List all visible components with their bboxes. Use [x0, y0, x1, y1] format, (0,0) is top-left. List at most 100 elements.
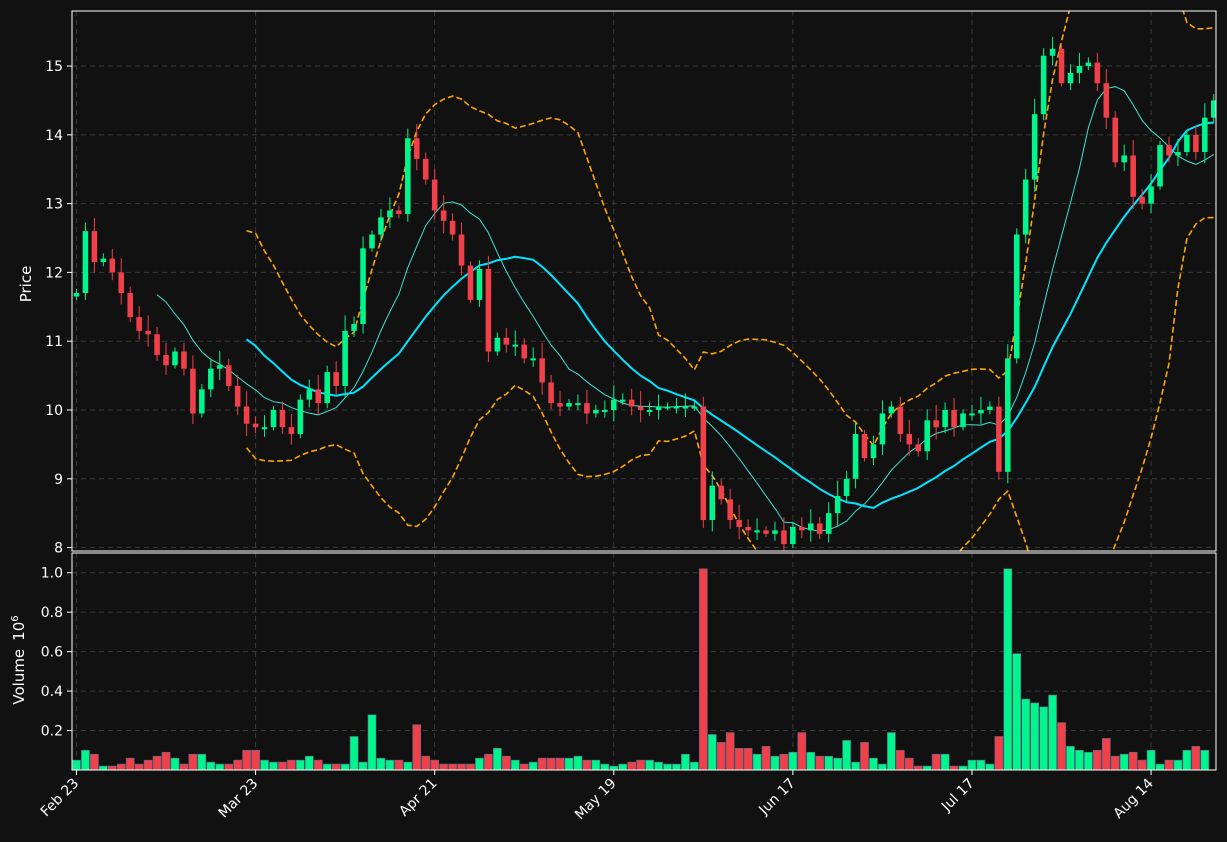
- candle-body: [1085, 62, 1092, 67]
- candle-body: [1040, 55, 1047, 115]
- volume-bar: [1093, 749, 1102, 771]
- volume-bar: [555, 757, 565, 771]
- candlestick-chart: 8 9 10 11 12 13 14 15 0.2 0.4 0.6 0.8 1.0 Feb 23 Mar 2…: [10, 10, 1217, 824]
- candle-body: [646, 409, 653, 412]
- volume-bar: [913, 765, 923, 771]
- candle-body: [727, 499, 733, 521]
- volume-bar: [940, 753, 950, 771]
- candle-body: [127, 293, 133, 318]
- candle-body: [1202, 117, 1208, 153]
- candle-body: [324, 372, 330, 404]
- candle-body: [1067, 72, 1074, 84]
- ma-short-line: [156, 86, 1215, 532]
- volume-bar: [296, 759, 305, 771]
- candle-body: [557, 403, 563, 407]
- candle-body: [109, 258, 116, 273]
- candle-body: [969, 413, 975, 416]
- candle-body: [637, 406, 644, 410]
- candle-body: [655, 406, 662, 410]
- candle-body: [1175, 152, 1181, 156]
- volume-bar: [1155, 763, 1165, 771]
- volume-bar: [1012, 653, 1022, 771]
- candle-body: [270, 409, 277, 428]
- volume-bar: [484, 753, 493, 771]
- volume-bar: [698, 568, 708, 771]
- volume-bar: [1191, 746, 1201, 771]
- candle-body: [960, 413, 966, 428]
- candle-body: [709, 485, 716, 521]
- candle-body: [584, 403, 590, 414]
- candle-body: [816, 523, 823, 534]
- volume-bar: [340, 763, 350, 771]
- volume-bar: [896, 749, 905, 771]
- volume-bar: [761, 746, 771, 771]
- candle-body: [628, 399, 635, 407]
- volume-bar: [116, 763, 126, 771]
- volume-bar: [806, 751, 816, 771]
- volume-bar: [349, 736, 359, 771]
- volume-bar: [457, 763, 466, 771]
- volume-bar: [815, 755, 825, 771]
- volume-unit-base: 10: [10, 622, 28, 641]
- candle-body: [754, 530, 760, 533]
- candle-body: [1157, 145, 1163, 187]
- candle-body: [118, 272, 125, 294]
- candle-body: [216, 365, 223, 369]
- price-tick-label: 10: [45, 403, 63, 419]
- volume-bar: [179, 763, 189, 771]
- volume-bar: [824, 755, 834, 771]
- volume-bar: [313, 759, 323, 771]
- candle-body: [1058, 48, 1065, 84]
- price-tick-label: 13: [45, 197, 63, 213]
- candle-body: [199, 389, 205, 414]
- candle-body: [1013, 234, 1020, 359]
- candle-body: [691, 406, 698, 409]
- volume-bar: [985, 763, 995, 771]
- candle-body: [243, 406, 250, 424]
- candle-body: [1031, 114, 1038, 180]
- candle-body: [763, 530, 769, 534]
- volume-bar: [412, 724, 422, 771]
- volume-bar: [734, 747, 744, 771]
- candle-body: [799, 526, 805, 531]
- candle-body: [951, 409, 957, 428]
- candle-body: [575, 403, 581, 406]
- volume-bar: [430, 759, 440, 771]
- volume-bar: [1021, 698, 1031, 771]
- volume-bar: [439, 763, 448, 771]
- volume-bar: [107, 765, 117, 771]
- candle-body: [100, 258, 107, 263]
- volume-bar: [851, 761, 860, 771]
- candle-body: [360, 248, 366, 324]
- candle-body: [73, 293, 80, 297]
- candle-body: [906, 434, 913, 445]
- volume-bar: [421, 755, 431, 771]
- candle-body: [91, 231, 98, 263]
- volume-bar: [994, 736, 1004, 771]
- candle-body: [834, 495, 841, 514]
- candle-body: [351, 323, 357, 331]
- candles: [73, 36, 1216, 551]
- candle-body: [790, 526, 796, 545]
- volume-bar: [125, 757, 135, 771]
- volume-bar: [358, 761, 368, 771]
- volume-bar: [233, 759, 242, 771]
- volume-bar: [1173, 759, 1183, 771]
- candle-body: [378, 217, 384, 235]
- volume-bar: [1066, 746, 1075, 771]
- volume-bar: [99, 765, 108, 771]
- ma-long-line: [246, 121, 1214, 510]
- price-tick-label: 12: [45, 265, 63, 281]
- volume-bar: [72, 759, 81, 771]
- candle-body: [154, 334, 160, 355]
- candle-body: [548, 382, 554, 404]
- volume-bar: [743, 747, 753, 771]
- candle-body: [163, 354, 169, 366]
- x-tick-label: May 19: [572, 776, 620, 824]
- volume-tick-label: 0.8: [41, 605, 63, 621]
- volume-bar: [904, 757, 914, 771]
- candle-body: [870, 444, 877, 459]
- volume-bar: [967, 759, 977, 771]
- candle-body: [1094, 62, 1101, 84]
- volume-bar: [528, 761, 538, 771]
